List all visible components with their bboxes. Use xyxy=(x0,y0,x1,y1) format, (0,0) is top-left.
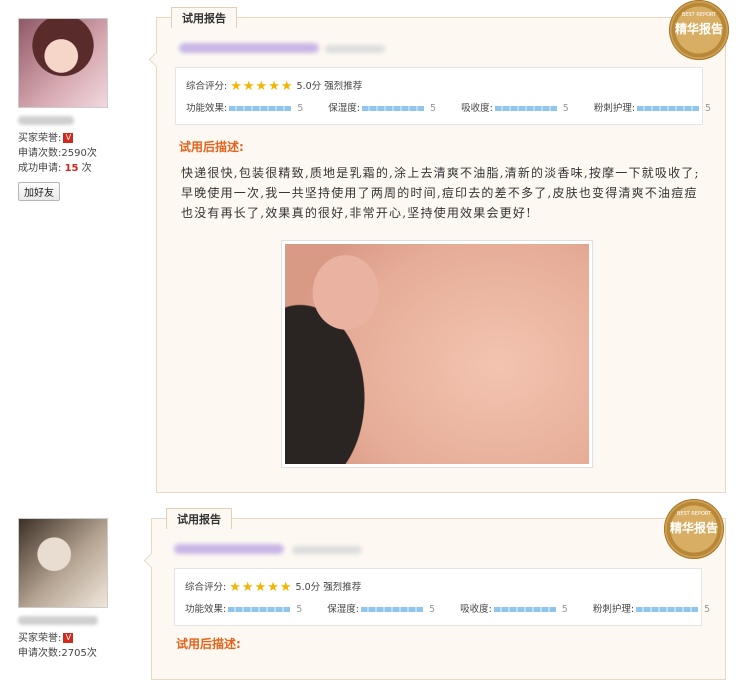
apply-count-label: 申请次数: xyxy=(18,648,62,659)
metric-bar xyxy=(494,106,557,111)
metric-bar xyxy=(636,607,699,612)
overall-score-label: 综合评分: xyxy=(185,582,227,593)
metric-label: 保湿度: xyxy=(327,604,359,615)
seal-main-text: 精华报告 xyxy=(674,22,723,36)
reviewer-avatar[interactable] xyxy=(18,518,108,608)
description-heading: 试用后描述: xyxy=(179,140,244,154)
report-tab[interactable]: 试用报告 xyxy=(171,7,237,28)
metric-bar xyxy=(637,106,700,111)
skin-photo-image xyxy=(285,244,589,464)
metric-label: 吸收度: xyxy=(460,604,492,615)
reviewer-2: 买家荣誉: V 申请次数:2705次 xyxy=(18,518,128,661)
overall-score-text: 强烈推荐 xyxy=(324,81,363,92)
description-text: 快递很快,包装很精致,质地是乳霜的,涂上去清爽不油脂,清新的淡香味,按摩一下就吸… xyxy=(181,166,700,220)
honor-label: 买家荣誉: xyxy=(18,633,62,644)
best-report-seal-icon: BEST REPORT 精华报告 xyxy=(664,499,724,559)
report-photo[interactable] xyxy=(281,240,593,468)
score-box: 综合评分: ★★★★★ 5.0分 强烈推荐 功能效果: 5 保湿度: 5 吸收度: 5… xyxy=(174,568,710,626)
apply-count: 2705次 xyxy=(61,648,97,659)
reviewer-meta: 买家荣誉: V 申请次数:2590次 成功申请: 15 次 xyxy=(18,131,128,176)
report-date-blurred xyxy=(292,546,362,554)
reviewer-username-blurred[interactable] xyxy=(18,616,98,625)
report-title-blurred[interactable] xyxy=(179,43,319,53)
reviewer-username-blurred[interactable] xyxy=(18,116,74,125)
report-card: 试用报告 综合评分: ★★★★★ 5.0分 强烈推荐 功能效果: 5 保湿度: 5 … xyxy=(148,7,726,493)
metric-value: 5 xyxy=(428,604,436,615)
metric-label: 功能效果: xyxy=(186,103,228,114)
success-count: 15 xyxy=(64,163,79,174)
metric-effect: 功能效果: 5 xyxy=(185,601,302,615)
metric-label: 功能效果: xyxy=(185,604,227,615)
card-pointer xyxy=(143,552,160,569)
honor-label: 买家荣誉: xyxy=(18,133,62,144)
overall-score-value: 5.0分 xyxy=(296,81,322,92)
metric-value: 5 xyxy=(562,103,569,114)
report-title-blurred[interactable] xyxy=(174,544,284,554)
reviewer-avatar[interactable] xyxy=(18,18,108,108)
overall-score-label: 综合评分: xyxy=(186,81,228,92)
metric-bar xyxy=(228,607,291,612)
success-unit: 次 xyxy=(81,163,92,174)
metric-bar xyxy=(229,106,292,111)
metric-absorption: 吸收度: 5 xyxy=(460,601,568,615)
rating-stars-icon: ★★★★★ xyxy=(229,580,293,595)
metric-value: 5 xyxy=(561,604,568,615)
metric-value: 5 xyxy=(429,103,437,114)
metric-moisture: 保湿度: 5 xyxy=(327,601,435,615)
apply-count: 2590次 xyxy=(61,148,97,159)
seal-top-text: BEST REPORT xyxy=(676,511,712,517)
score-box: 综合评分: ★★★★★ 5.0分 强烈推荐 功能效果: 5 保湿度: 5 吸收度: 5… xyxy=(175,67,711,125)
honor-badge-icon: V xyxy=(63,633,74,643)
metric-label: 粉刺护理: xyxy=(592,604,635,615)
rating-stars-icon: ★★★★★ xyxy=(230,79,294,94)
overall-score-row: 综合评分: ★★★★★ 5.0分 强烈推荐 xyxy=(186,78,362,94)
honor-badge-icon: V xyxy=(63,133,74,143)
metric-value: 5 xyxy=(297,103,304,114)
seal-main-text: 精华报告 xyxy=(669,521,718,535)
description-heading: 试用后描述: xyxy=(176,637,241,651)
apply-count-label: 申请次数: xyxy=(18,148,62,159)
metric-acne-care: 粉刺护理: 5 xyxy=(594,100,711,114)
success-label: 成功申请: xyxy=(18,163,62,174)
metric-bar xyxy=(360,607,423,612)
metric-absorption: 吸收度: 5 xyxy=(461,100,569,114)
metric-scores-row: 功能效果: 5 保湿度: 5 吸收度: 5 粉刺护理: 5 xyxy=(185,601,710,615)
metric-scores-row: 功能效果: 5 保湿度: 5 吸收度: 5 粉刺护理: 5 xyxy=(186,100,711,114)
metric-acne-care: 粉刺护理: 5 xyxy=(593,601,710,615)
report-card: 试用报告 综合评分: ★★★★★ 5.0分 强烈推荐 功能效果: 5 保湿度: 5 … xyxy=(143,508,726,680)
metric-effect: 功能效果: 5 xyxy=(186,100,303,114)
overall-score-text: 强烈推荐 xyxy=(323,582,362,593)
metric-label: 保湿度: xyxy=(328,103,360,114)
reviewer-1: 买家荣誉: V 申请次数:2590次 成功申请: 15 次 加好友 xyxy=(18,18,128,201)
add-friend-button[interactable]: 加好友 xyxy=(18,182,60,201)
metric-value: 5 xyxy=(704,604,711,615)
best-report-seal-icon: BEST REPORT 精华报告 xyxy=(669,0,729,60)
metric-label: 吸收度: xyxy=(461,103,493,114)
metric-bar xyxy=(493,607,556,612)
overall-score-value: 5.0分 xyxy=(295,582,321,593)
metric-label: 粉刺护理: xyxy=(593,103,636,114)
card-pointer xyxy=(148,51,165,68)
metric-value: 5 xyxy=(705,103,712,114)
metric-bar xyxy=(361,106,424,111)
report-tab[interactable]: 试用报告 xyxy=(166,508,232,529)
report-date-blurred xyxy=(325,45,385,53)
metric-value: 5 xyxy=(296,604,303,615)
seal-top-text: BEST REPORT xyxy=(681,12,717,18)
metric-moisture: 保湿度: 5 xyxy=(328,100,436,114)
overall-score-row: 综合评分: ★★★★★ 5.0分 强烈推荐 xyxy=(185,579,361,595)
